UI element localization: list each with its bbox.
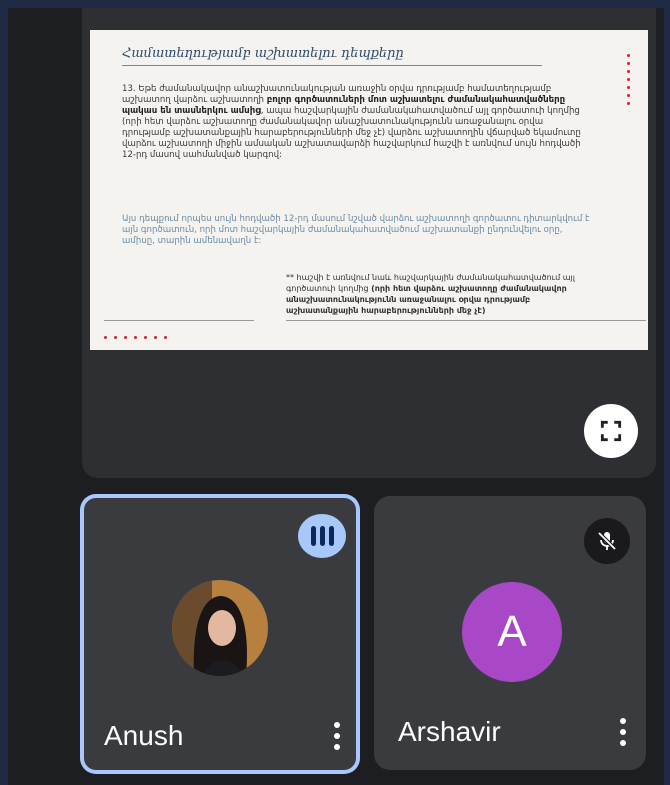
slide-rule-left <box>104 320 254 321</box>
more-options-button[interactable] <box>612 712 634 752</box>
meeting-stage: Համատեղությամբ աշխատելու դեպքերը 13. Եթե… <box>8 8 664 785</box>
fullscreen-icon <box>600 420 622 442</box>
slide-note: Այս դեպքում որպես սույն հոդվածի 12-րդ մա… <box>122 214 590 246</box>
participant-name: Anush <box>104 720 184 751</box>
fullscreen-button[interactable] <box>584 404 638 458</box>
participant-tile-arshavir[interactable]: A Arshavir <box>374 496 646 770</box>
participant-tile-anush[interactable]: Anush <box>80 494 360 774</box>
more-vert-icon <box>620 718 626 724</box>
slide-title: Համատեղությամբ աշխատելու դեպքերը <box>122 46 542 66</box>
more-options-button[interactable] <box>326 716 348 756</box>
more-vert-icon <box>334 722 340 728</box>
slide-footnote: ** հաշվի է առնվում նաև հաշվարկային ժաման… <box>286 272 586 316</box>
slide-rule-right <box>286 320 646 321</box>
avatar <box>172 580 268 676</box>
slide-decor-dots-horizontal <box>104 336 167 339</box>
presentation-tile[interactable]: Համատեղությամբ աշխատելու դեպքերը 13. Եթե… <box>82 8 656 478</box>
slide-decor-dots-vertical <box>627 54 630 105</box>
avatar: A <box>462 582 562 682</box>
shared-slide: Համատեղությամբ աշխատելու դեպքերը 13. Եթե… <box>90 30 648 350</box>
slide-paragraph: 13. Եթե ժամանակավոր անաշխատունակության ա… <box>122 84 592 161</box>
audio-bars-icon <box>298 514 346 558</box>
mic-off-icon <box>584 518 630 564</box>
participant-name: Arshavir <box>398 716 501 747</box>
